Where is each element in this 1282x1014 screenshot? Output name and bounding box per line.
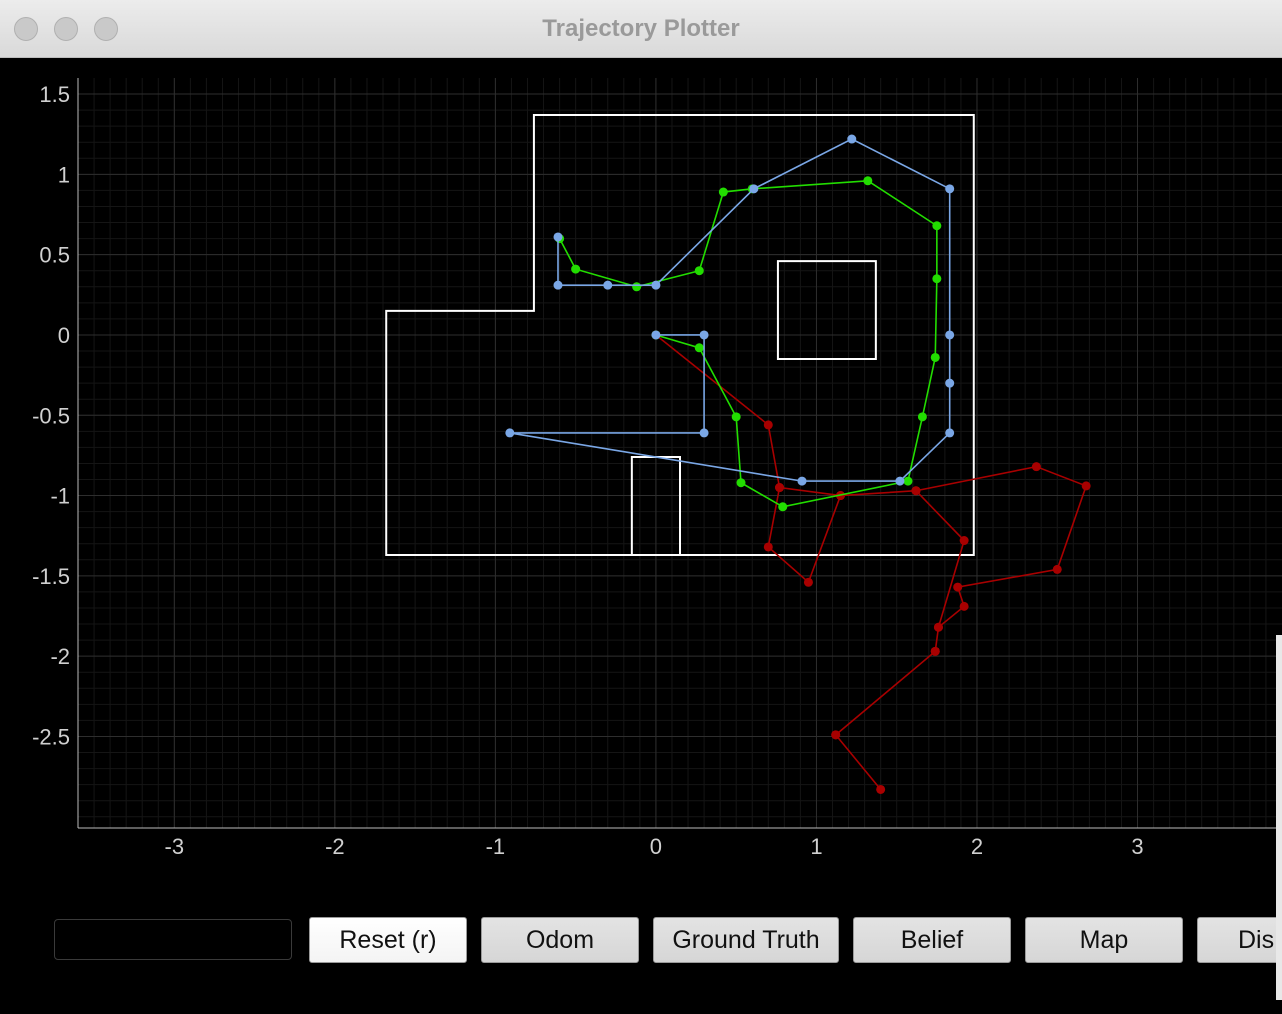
- window-titlebar: Trajectory Plotter: [0, 0, 1282, 58]
- belief-button[interactable]: Belief: [853, 917, 1011, 963]
- belief-point: [553, 280, 563, 290]
- belief-point: [945, 184, 955, 194]
- x-tick-label: 1: [810, 834, 822, 858]
- belief-point: [699, 428, 709, 438]
- ground_truth-point: [694, 266, 704, 276]
- belief-point: [651, 330, 661, 340]
- y-tick-label: 0: [58, 323, 70, 348]
- odom-point: [1052, 564, 1062, 574]
- x-tick-label: 2: [971, 834, 983, 858]
- odom-point: [763, 420, 773, 430]
- belief-point: [749, 184, 759, 194]
- ground_truth-point: [694, 343, 704, 353]
- ground-truth-button[interactable]: Ground Truth: [653, 917, 839, 963]
- belief-point: [847, 134, 857, 144]
- ground_truth-point: [863, 176, 873, 186]
- odom-point: [911, 486, 921, 496]
- adjacent-window-edge: [1276, 635, 1282, 1000]
- ground_truth-point: [932, 274, 942, 284]
- x-tick-label: 3: [1131, 834, 1143, 858]
- belief-point: [945, 378, 955, 388]
- x-tick-labels: -3 -2 -1 0 1 2 3: [165, 834, 1144, 858]
- belief-point: [651, 280, 661, 290]
- belief-point: [945, 428, 955, 438]
- ground_truth-point: [903, 476, 913, 486]
- odom-point: [1081, 481, 1091, 491]
- y-tick-label: 0.5: [39, 243, 70, 268]
- ground_truth-point: [718, 187, 728, 197]
- grid-minor: [77, 78, 1282, 828]
- y-tick-label: 1.5: [39, 82, 70, 107]
- odom-point: [831, 730, 841, 740]
- belief-point: [603, 280, 613, 290]
- trajectory-plot[interactable]: -3 -2 -1 0 1 2 3 1.5 1 0.5 0 -0.5 -1 -1.5 -2 -2.5: [0, 58, 1282, 858]
- y-tick-label: -2: [50, 644, 70, 669]
- ground_truth-point: [930, 352, 940, 362]
- odom-point: [775, 483, 785, 493]
- ground_truth-point: [571, 264, 581, 274]
- ground_truth-point: [632, 282, 642, 292]
- odom-button[interactable]: Odom: [481, 917, 639, 963]
- y-tick-labels: 1.5 1 0.5 0 -0.5 -1 -1.5 -2 -2.5: [32, 82, 70, 749]
- x-tick-label: 0: [650, 834, 662, 858]
- odom-point: [803, 577, 813, 587]
- trajectory-series: [505, 134, 1091, 794]
- belief-trajectory: [505, 134, 955, 486]
- reset-button[interactable]: Reset (r): [309, 917, 467, 963]
- ground_truth-point: [932, 221, 942, 231]
- belief-point: [553, 232, 563, 242]
- ground_truth-point: [731, 412, 741, 422]
- ground_truth-point: [778, 502, 788, 512]
- belief-point: [505, 428, 515, 438]
- odom-point: [953, 582, 963, 592]
- status-input[interactable]: [54, 919, 292, 960]
- odom-point: [1031, 462, 1041, 472]
- odom-point: [876, 784, 886, 794]
- y-tick-label: -0.5: [32, 403, 70, 428]
- belief-point: [895, 476, 905, 486]
- y-tick-label: -1: [50, 484, 70, 509]
- y-tick-label: -1.5: [32, 564, 70, 589]
- odom-point: [763, 542, 773, 552]
- y-tick-label: 1: [58, 162, 70, 187]
- belief-point: [945, 330, 955, 340]
- belief-point: [699, 330, 709, 340]
- ground_truth-point: [917, 412, 927, 422]
- ground_truth-trajectory: [555, 176, 942, 512]
- x-tick-label: -3: [165, 834, 185, 858]
- odom-point: [930, 646, 940, 656]
- map-wall: [776, 260, 877, 361]
- odom-point: [959, 536, 969, 546]
- belief-point: [797, 476, 807, 486]
- dist-button[interactable]: Dis: [1197, 917, 1282, 963]
- y-tick-label: -2.5: [32, 724, 70, 749]
- x-tick-label: -1: [486, 834, 506, 858]
- ground_truth-point: [736, 478, 746, 488]
- odom-point: [933, 622, 943, 632]
- x-tick-label: -2: [325, 834, 345, 858]
- window-title: Trajectory Plotter: [542, 15, 740, 42]
- map-button[interactable]: Map: [1025, 917, 1183, 963]
- odom-point: [959, 601, 969, 611]
